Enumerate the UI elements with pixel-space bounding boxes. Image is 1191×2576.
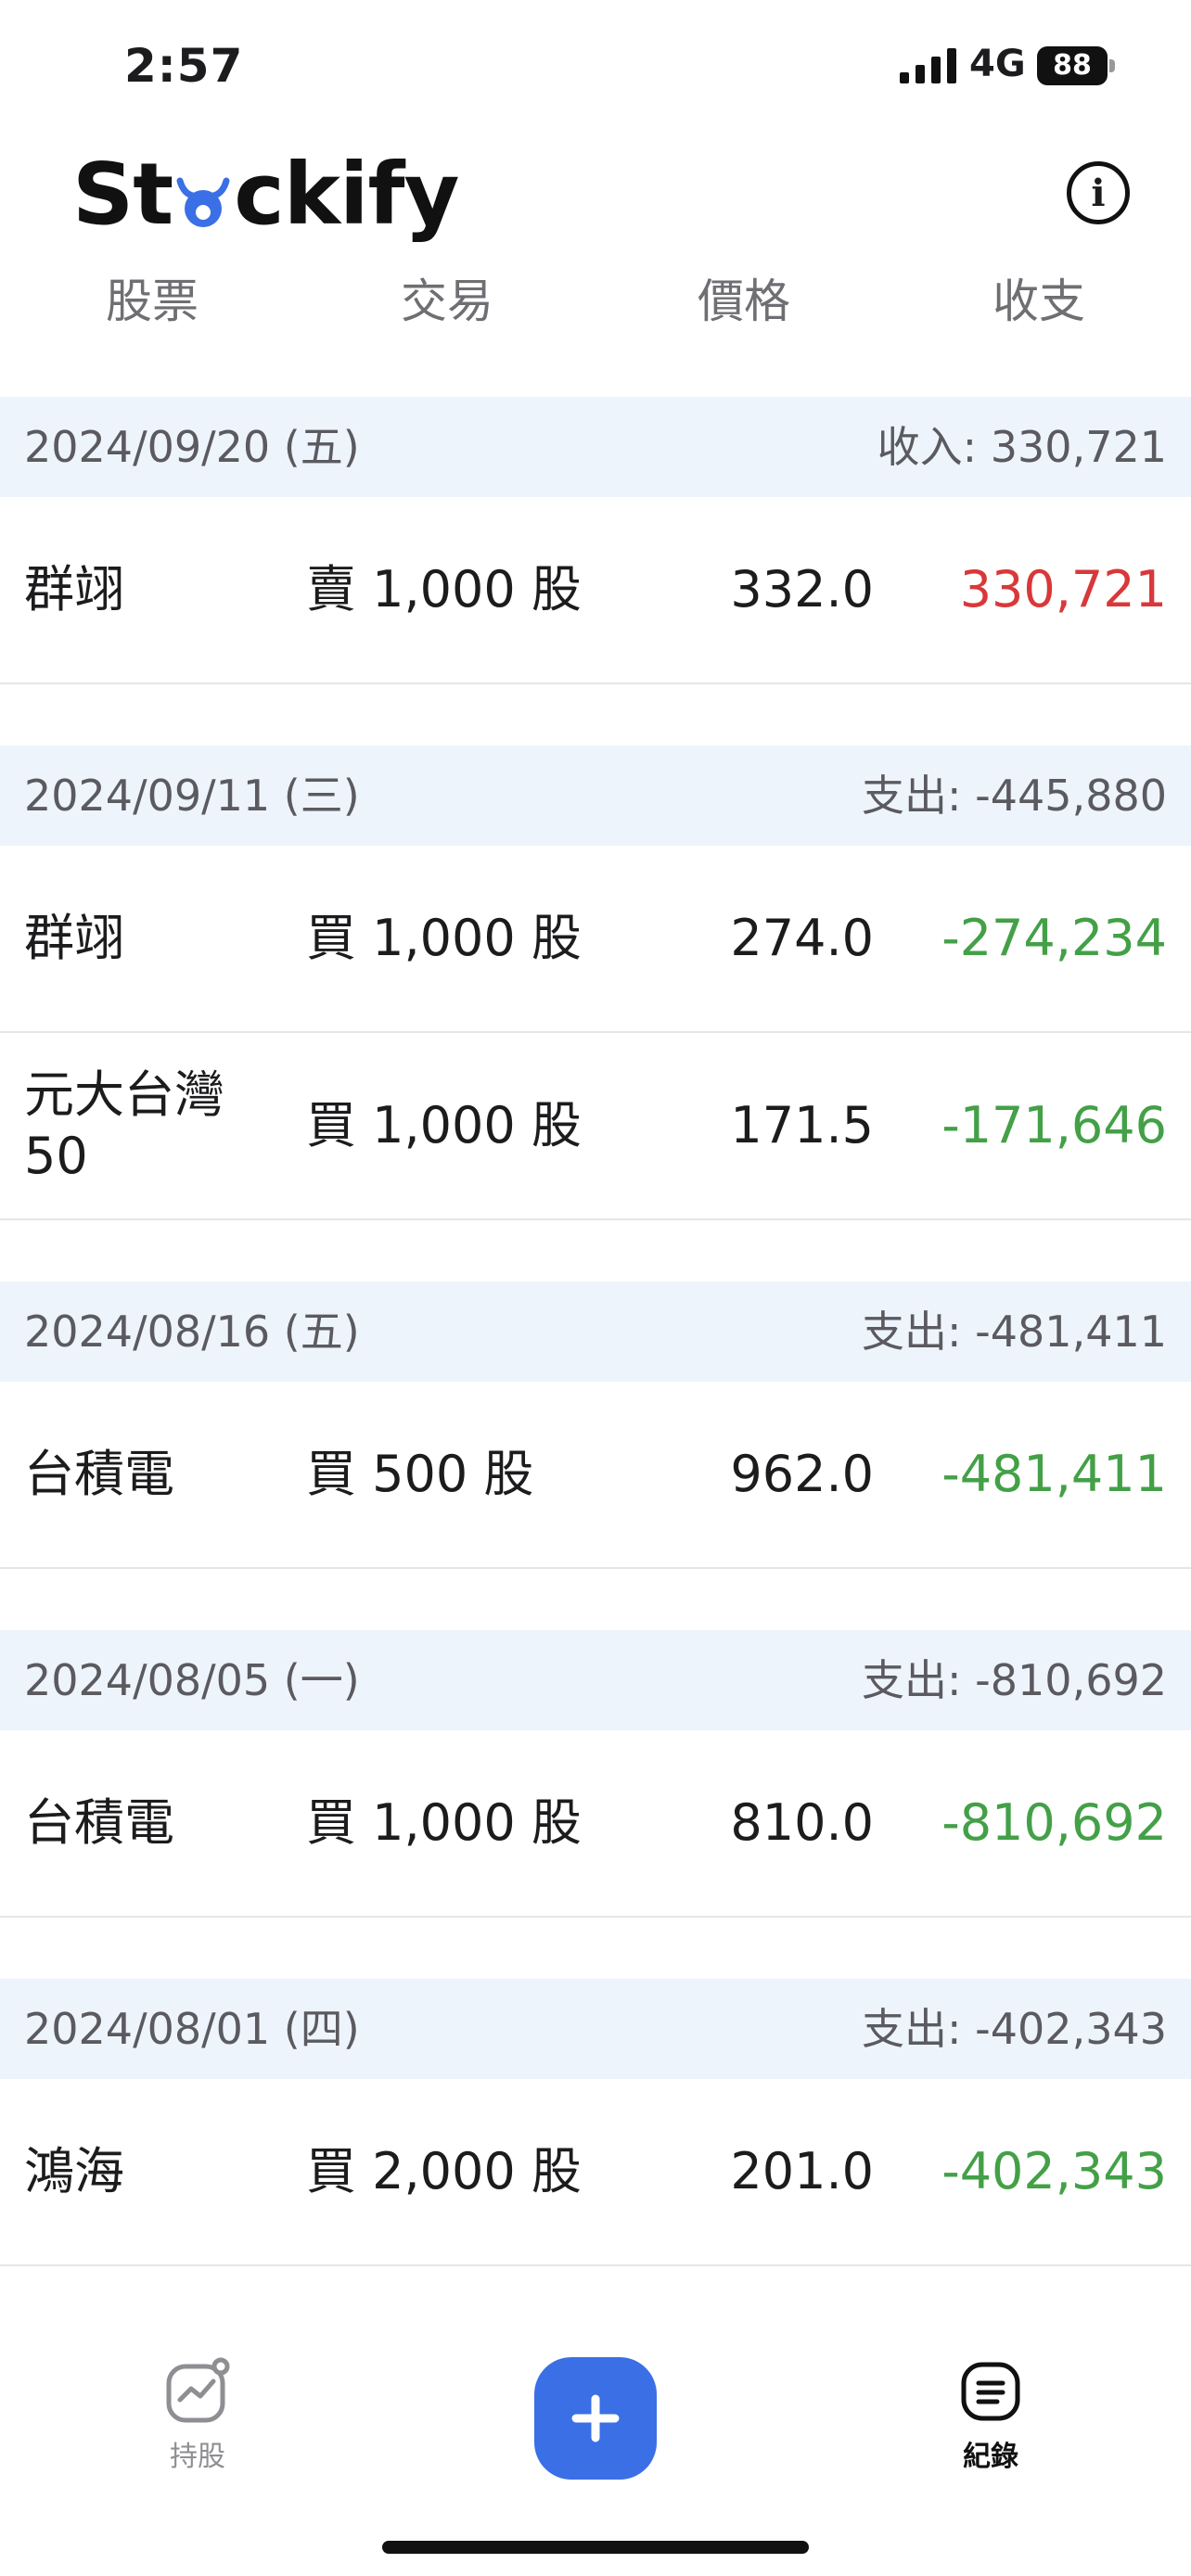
logo-text-suffix: ckify (234, 145, 459, 244)
tab-trade[interactable]: 交易 (299, 260, 596, 343)
stock-name: 台積電 (24, 1445, 174, 1503)
transaction-row[interactable]: 群翊 賣 1,000 股 332.0 330,721 (0, 497, 1191, 684)
trade-action: 買 1,000 股 (306, 1096, 582, 1154)
trade-price: 171.5 (730, 1096, 874, 1154)
group-total: 支出: -402,343 (862, 2004, 1167, 2054)
trade-action: 買 2,000 股 (306, 2142, 582, 2200)
stock-name: 群翊 (24, 909, 124, 967)
trade-action: 買 500 股 (306, 1445, 534, 1503)
trade-price: 332.0 (730, 560, 874, 618)
trade-price: 274.0 (730, 909, 874, 967)
trade-amount: -171,646 (941, 1096, 1167, 1154)
group-total: 支出: -810,692 (862, 1655, 1167, 1705)
date-group-header: 2024/08/01 (四) 支出: -402,343 (0, 1979, 1191, 2079)
nav-holdings-label: 持股 (170, 2441, 225, 2473)
trade-action: 賣 1,000 股 (306, 560, 582, 618)
transaction-row[interactable]: 鴻海 買 2,000 股 201.0 -402,343 (0, 2079, 1191, 2266)
group-date: 2024/08/01 (四) (24, 2004, 360, 2054)
nav-records-label: 紀錄 (963, 2441, 1018, 2473)
tab-cashflow[interactable]: 收支 (890, 260, 1187, 343)
transaction-row[interactable]: 群翊 買 1,000 股 274.0 -274,234 (0, 846, 1191, 1033)
stock-name: 元大台灣50 (24, 1065, 224, 1185)
trade-price: 962.0 (730, 1445, 874, 1503)
group-total: 支出: -445,880 (862, 771, 1167, 821)
date-group-header: 2024/08/05 (一) 支出: -810,692 (0, 1630, 1191, 1730)
battery-level: 88 (1053, 49, 1092, 82)
group-date: 2024/08/16 (五) (24, 1307, 360, 1357)
status-bar: 2:57 4G 88 (0, 0, 1191, 139)
transaction-row[interactable]: 台積電 買 1,000 股 810.0 -810,692 (0, 1730, 1191, 1918)
trade-amount: -481,411 (941, 1445, 1167, 1503)
date-group-header: 2024/09/20 (五) 收入: 330,721 (0, 397, 1191, 497)
column-tabs: 股票 交易 價格 收支 (0, 260, 1191, 343)
bottom-nav: 持股 紀錄 (0, 2300, 1191, 2576)
bull-logo-icon (176, 177, 230, 227)
add-transaction-button[interactable] (534, 2357, 657, 2480)
group-date: 2024/09/11 (三) (24, 771, 360, 821)
nav-records[interactable]: 紀錄 (916, 2357, 1065, 2474)
plus-icon (571, 2394, 620, 2442)
stock-name: 鴻海 (24, 2142, 124, 2200)
date-group-header: 2024/08/16 (五) 支出: -481,411 (0, 1282, 1191, 1382)
group-date: 2024/09/20 (五) (24, 422, 360, 472)
trade-price: 810.0 (730, 1793, 874, 1852)
stock-name: 台積電 (24, 1793, 174, 1852)
info-icon: i (1091, 171, 1106, 215)
tab-stock[interactable]: 股票 (4, 260, 301, 343)
status-time: 2:57 (124, 39, 244, 93)
network-type: 4G (969, 43, 1026, 85)
trade-action: 買 1,000 股 (306, 1793, 582, 1852)
app-logo: St ckify (72, 139, 460, 250)
tab-price[interactable]: 價格 (596, 260, 892, 343)
date-group-header: 2024/09/11 (三) 支出: -445,880 (0, 746, 1191, 846)
transaction-row[interactable]: 台積電 買 500 股 962.0 -481,411 (0, 1382, 1191, 1569)
trade-price: 201.0 (730, 2142, 874, 2200)
home-indicator (382, 2541, 809, 2554)
logo-text-prefix: St (72, 145, 173, 244)
trade-action: 買 1,000 股 (306, 909, 582, 967)
group-total: 收入: 330,721 (877, 422, 1167, 472)
battery-icon: 88 (1037, 46, 1115, 85)
list-icon (961, 2362, 1020, 2421)
chart-icon (166, 2357, 230, 2423)
transaction-row[interactable]: 元大台灣50 買 1,000 股 171.5 -171,646 (0, 1033, 1191, 1220)
trade-amount: -810,692 (941, 1793, 1167, 1852)
group-total: 支出: -481,411 (862, 1307, 1167, 1357)
info-button[interactable]: i (1067, 161, 1130, 224)
transaction-list: 2024/09/20 (五) 收入: 330,721 群翊 賣 1,000 股 … (0, 397, 1191, 2266)
signal-icon (900, 48, 956, 83)
group-date: 2024/08/05 (一) (24, 1655, 360, 1705)
nav-holdings[interactable]: 持股 (123, 2357, 272, 2474)
trade-amount: -402,343 (941, 2142, 1167, 2200)
trade-amount: 330,721 (959, 560, 1167, 618)
stock-name: 群翊 (24, 560, 124, 618)
trade-amount: -274,234 (941, 909, 1167, 967)
